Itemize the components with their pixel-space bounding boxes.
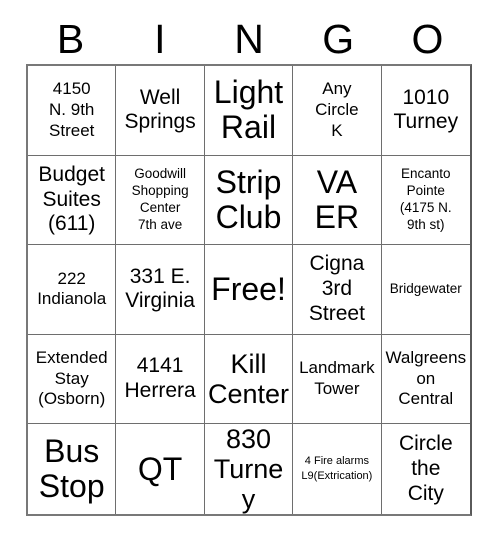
bingo-cell-label: Bus Stop <box>38 433 105 505</box>
bingo-cell[interactable]: Kill Center <box>204 334 294 425</box>
bingo-cell[interactable]: Strip Club <box>204 155 294 246</box>
bingo-cell-label: Circle the City <box>398 432 453 505</box>
bingo-header-letter-n: N <box>234 15 264 62</box>
bingo-header-letter-i: I <box>154 15 166 62</box>
bingo-cell-label: 830 Turney <box>213 424 284 514</box>
bingo-cell[interactable]: Cigna 3rd Street <box>293 245 382 335</box>
bingo-cell-label: Extended Stay (Osborn) <box>35 347 108 409</box>
bingo-header: B I N G O <box>26 14 472 64</box>
bingo-header-letter-g: G <box>322 15 355 62</box>
bingo-cell-label: 1010 Turney <box>393 85 459 134</box>
bingo-cell-label: Bridgewater <box>389 281 462 297</box>
bingo-cell-label: Free! <box>211 270 286 307</box>
bingo-cell[interactable]: Goodwill Shopping Center 7th ave <box>116 155 205 246</box>
bingo-cell[interactable]: 4 Fire alarms L9(Extrication) <box>293 424 382 514</box>
bingo-cell-label: Walgreens on Central <box>385 347 467 409</box>
bingo-cell[interactable]: Extended Stay (Osborn) <box>28 334 117 425</box>
bingo-cell-label: QT <box>137 450 183 487</box>
bingo-cell[interactable]: QT <box>116 424 205 514</box>
bingo-cell-label: Budget Suites (611) <box>38 162 105 236</box>
bingo-cell[interactable]: 4150 N. 9th Street <box>28 66 117 156</box>
bingo-cell[interactable]: VA ER <box>293 155 382 246</box>
bingo-cell-label: 222 Indianola <box>37 268 107 309</box>
bingo-grid: 4150 N. 9th Street Well Springs Light Rail… <box>26 64 472 516</box>
bingo-cell[interactable]: Bridgewater <box>381 245 470 335</box>
bingo-cell-label: Encanto Pointe (4175 N. 9th st) <box>399 166 452 232</box>
bingo-cell[interactable]: Walgreens on Central <box>381 334 470 425</box>
bingo-cell-label: Light Rail <box>213 74 284 146</box>
bingo-cell-label: Kill Center <box>207 348 290 410</box>
bingo-cell[interactable]: 222 Indianola <box>28 245 117 335</box>
bingo-cell-label: 331 E. Virginia <box>125 264 195 313</box>
bingo-cell[interactable]: 1010 Turney <box>381 66 470 156</box>
bingo-cell-label: 4 Fire alarms L9(Extrication) <box>301 455 373 483</box>
bingo-cell[interactable]: 4141 Herrera <box>116 334 205 425</box>
bingo-cell-label: Goodwill Shopping Center 7th ave <box>131 166 189 232</box>
bingo-header-letter-b: B <box>56 15 85 62</box>
bingo-cell[interactable]: Bus Stop <box>28 424 117 514</box>
bingo-cell-label: Any Circle K <box>315 79 359 140</box>
bingo-cell[interactable]: Landmark Tower <box>293 334 382 425</box>
bingo-cell[interactable]: Any Circle K <box>293 66 382 156</box>
bingo-cell-label: 4150 N. 9th Street <box>49 79 95 140</box>
bingo-cell[interactable]: Circle the City <box>381 424 470 514</box>
bingo-cell-label: Strip Club <box>215 163 282 235</box>
bingo-cell[interactable]: Light Rail <box>204 66 294 156</box>
bingo-cell[interactable]: 331 E. Virginia <box>116 245 205 335</box>
bingo-cell[interactable]: Budget Suites (611) <box>28 155 117 246</box>
bingo-cell-label: Cigna 3rd Street <box>308 252 365 325</box>
bingo-cell[interactable]: Encanto Pointe (4175 N. 9th st) <box>381 155 470 246</box>
bingo-cell-free[interactable]: Free! <box>204 245 294 335</box>
bingo-cell-label: VA ER <box>314 163 360 235</box>
bingo-card: B I N G O 4150 N. 9th Street Well Springs… <box>0 0 500 544</box>
bingo-cell[interactable]: 830 Turney <box>204 424 294 514</box>
bingo-cell-label: Landmark Tower <box>299 358 375 399</box>
bingo-header-letter-o: O <box>411 15 444 62</box>
bingo-cell[interactable]: Well Springs <box>116 66 205 156</box>
bingo-cell-label: 4141 Herrera <box>124 354 196 403</box>
bingo-cell-label: Well Springs <box>124 85 196 134</box>
